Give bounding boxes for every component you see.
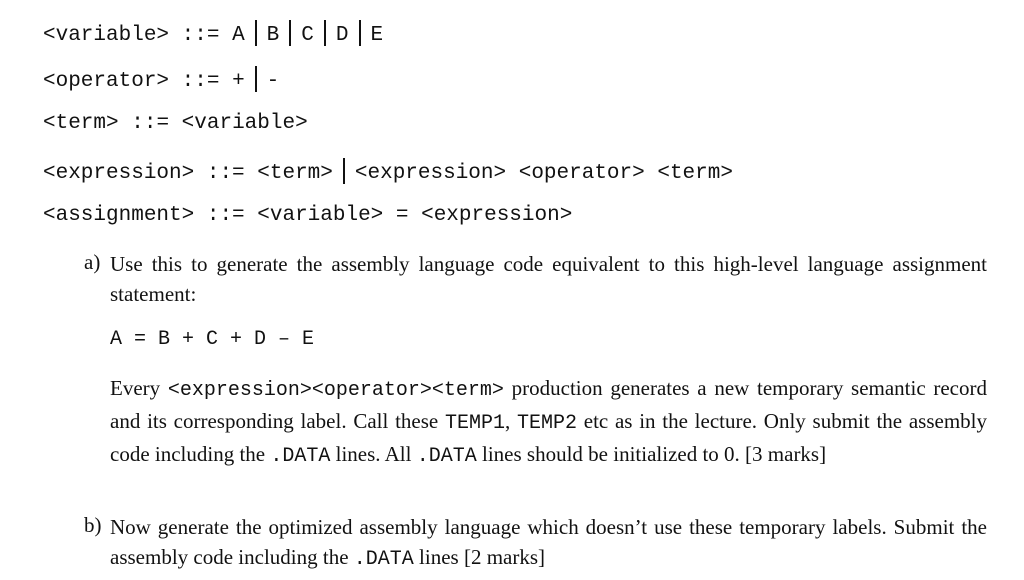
assignment-statement: A = B + C + D – E [110, 328, 315, 351]
alternation-bar [289, 20, 292, 46]
part-b-instructions: Now generate the optimized assembly lang… [110, 512, 987, 575]
alternation-bar [254, 20, 257, 46]
terminal: B [266, 24, 280, 47]
terminal: + [232, 70, 245, 93]
produces-symbol: ::= [206, 204, 245, 227]
grammar-assignment-rule: <assignment> ::= <variable> = <expressio… [43, 204, 572, 228]
temp-label: TEMP1 [444, 412, 505, 435]
nonterminal: <operator> [43, 70, 170, 93]
produces-symbol: ::= [181, 24, 220, 47]
text: lines. All [330, 442, 417, 466]
rule-rhs: <term> [257, 162, 333, 185]
nonterminal: <variable> [43, 24, 170, 47]
part-a-instructions: Every <expression><operator><term> produ… [110, 373, 987, 472]
text: Now generate the optimized assembly lang… [110, 515, 987, 569]
text: Every [110, 376, 168, 400]
produces-symbol: ::= [206, 162, 245, 185]
produces-symbol: ::= [131, 112, 170, 135]
terminal: E [370, 24, 384, 47]
alternation-bar [358, 20, 361, 46]
temp-label: TEMP2 [516, 412, 577, 435]
part-a-intro: Use this to generate the assembly langua… [110, 252, 987, 306]
text: , [504, 409, 517, 433]
data-directive: .DATA [353, 548, 414, 571]
alternation-bar [254, 66, 257, 92]
rule-rhs: <expression> <operator> <term> [354, 162, 733, 185]
nonterminal: <term> [43, 112, 119, 135]
text: lines should be initialized to 0. [3 mar… [476, 442, 827, 466]
rule-rhs: <variable> = <expression> [257, 204, 573, 227]
terminal: D [335, 24, 349, 47]
alternation-bar [323, 20, 326, 46]
part-b-label: b) [84, 513, 102, 537]
terminal: C [301, 24, 314, 47]
terminal: - [266, 70, 280, 93]
grammar-expression-rule: <expression> ::= <term> <expression> <ope… [43, 158, 733, 186]
data-directive: .DATA [416, 445, 477, 468]
grammar-variable-rule: <variable> ::= ABCDE [43, 20, 383, 48]
rule-rhs: <variable> [181, 112, 308, 135]
text: lines [2 marks] [413, 545, 546, 569]
produces-symbol: ::= [181, 70, 220, 93]
alternation-bar [342, 158, 345, 184]
nonterminal: <expression> [43, 162, 195, 185]
grammar-term-rule: <term> ::= <variable> [43, 112, 308, 136]
nonterminal: <assignment> [43, 204, 195, 227]
part-a-label: a) [84, 250, 101, 274]
grammar-operator-rule: <operator> ::= + - [43, 66, 279, 94]
terminal: A [232, 24, 245, 47]
data-directive: .DATA [270, 445, 331, 468]
production-code: <expression><operator><term> [167, 379, 504, 402]
